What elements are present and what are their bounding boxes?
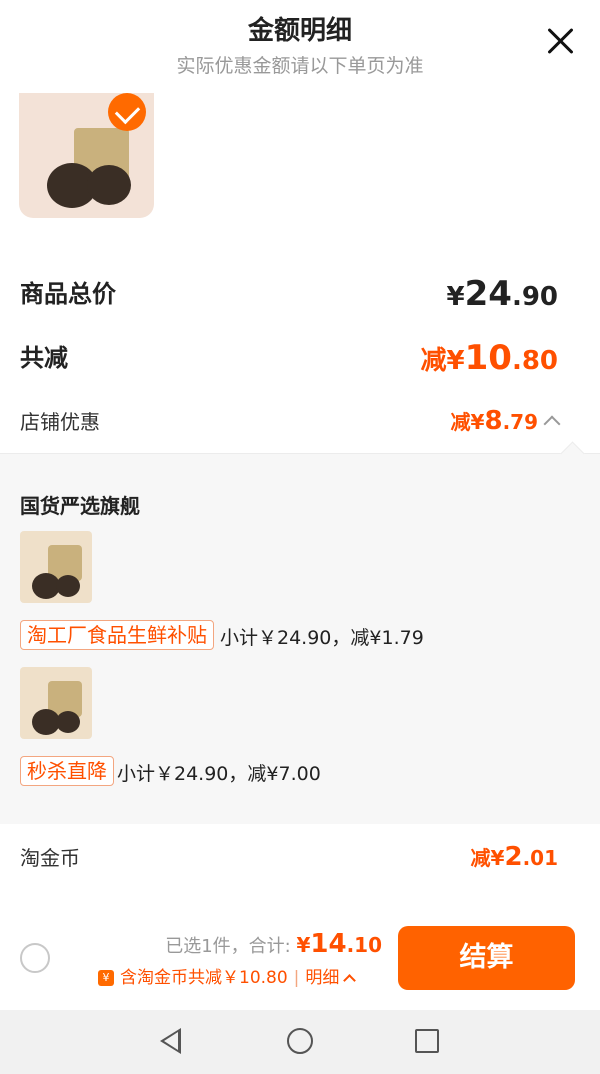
selected-check-icon[interactable] bbox=[108, 93, 146, 131]
close-icon[interactable] bbox=[544, 24, 578, 58]
shop-discount-label: 店铺优惠 bbox=[20, 410, 100, 434]
item-subtotal: 小计￥24.90，减¥7.00 bbox=[117, 763, 321, 785]
checkout-button[interactable]: 结算 bbox=[398, 926, 575, 990]
shop-name: 国货严选旗舰 bbox=[20, 494, 140, 518]
back-icon[interactable] bbox=[160, 1028, 181, 1054]
modal-title: 金额明细 bbox=[247, 16, 352, 46]
home-icon[interactable] bbox=[287, 1028, 313, 1054]
coins-row: 淘金币 减¥2.01 bbox=[20, 842, 558, 876]
modal-subtitle: 实际优惠金额请以下单页为准 bbox=[176, 55, 424, 77]
total-price-row: 商品总价 ¥24.90 bbox=[20, 274, 558, 314]
item-thumbnail bbox=[20, 531, 92, 603]
coins-label: 淘金币 bbox=[20, 846, 80, 870]
shop-discount-value: 减¥8.79 bbox=[451, 406, 561, 436]
total-discount-row: 共减 减¥10.80 bbox=[20, 338, 558, 378]
detail-link[interactable]: 明细 bbox=[305, 968, 339, 988]
chevron-up-icon bbox=[543, 415, 561, 433]
total-discount-label: 共减 bbox=[20, 344, 68, 372]
item-thumbnail bbox=[20, 667, 92, 739]
coins-value: 减¥2.01 bbox=[470, 842, 558, 872]
select-all-radio[interactable] bbox=[20, 943, 50, 973]
total-price-label: 商品总价 bbox=[20, 280, 116, 308]
discount-tag: 淘工厂食品生鲜补贴 bbox=[20, 620, 214, 650]
total-discount-value: 减¥10.80 bbox=[420, 338, 558, 378]
item-subtotal: 小计￥24.90，减¥1.79 bbox=[220, 627, 424, 649]
chevron-up-icon bbox=[343, 974, 357, 987]
checkout-total: ¥14.10 bbox=[296, 929, 382, 959]
seeds-graphic bbox=[87, 165, 131, 205]
shop-discount-row[interactable]: 店铺优惠 减¥8.79 bbox=[20, 406, 561, 440]
modal-header: 金额明细 实际优惠金额请以下单页为准 bbox=[0, 0, 600, 95]
coin-icon: ¥ bbox=[98, 970, 114, 986]
discount-tag: 秒杀直降 bbox=[20, 756, 114, 786]
coin-savings-line[interactable]: ¥ 含淘金币共减￥10.80 | 明细 bbox=[98, 963, 357, 988]
recent-apps-icon[interactable] bbox=[415, 1029, 439, 1053]
selected-summary: 已选1件，合计: ¥14.10 bbox=[165, 929, 382, 959]
total-price-value: ¥24.90 bbox=[446, 274, 558, 314]
